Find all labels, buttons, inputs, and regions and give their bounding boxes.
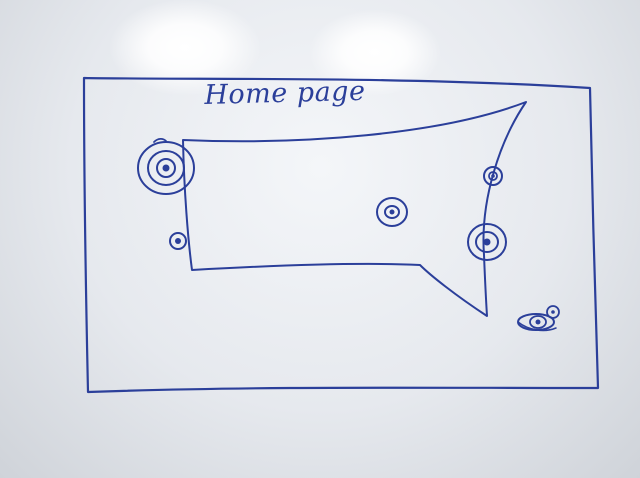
content-area-shape <box>182 101 527 317</box>
marker-top-left <box>137 137 195 195</box>
marker-dot <box>162 164 170 172</box>
marker-bottom-right-cluster <box>517 305 560 332</box>
page-frame <box>82 76 600 394</box>
marker-center <box>376 197 408 227</box>
wireframe-drawing <box>82 76 600 394</box>
marker-right-large <box>467 223 507 261</box>
marker-left-small <box>169 232 187 250</box>
whiteboard: Home page <box>0 0 640 478</box>
marker-right-top <box>483 166 503 186</box>
page-title: Home page <box>204 75 366 111</box>
